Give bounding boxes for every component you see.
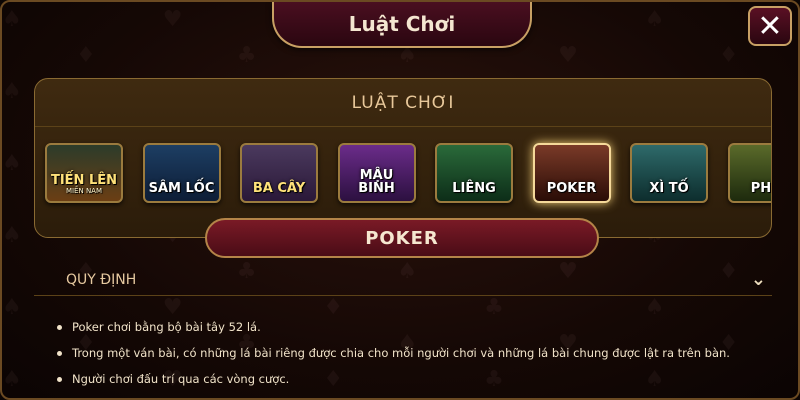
rules-dialog: ♠ ♥ ♦ ♣ ♠ ♥ ♦ ♣ ♠ ♥ ♦ ♣ ♦ ♣ ♠ ♥ ♦ ♣ ♠ ♥ … — [0, 0, 800, 400]
game-tile-0[interactable]: TIẾN LÊN MIỀN NAM — [45, 143, 123, 203]
game-tile-label: BA CÂY — [252, 181, 306, 196]
game-tiles-row: TIẾN LÊN MIỀN NAM SÂM LỐC BA CÂY MẬU BINH LIÊ… — [45, 143, 772, 207]
rule-item: Poker chơi bằng bộ bài tây 52 lá. — [57, 314, 777, 340]
game-tile-label: SÂM LỐC — [148, 181, 215, 196]
rule-item: Trong một ván bài, có những lá bài riêng… — [57, 340, 777, 366]
bullet-icon — [57, 350, 62, 356]
selected-game-bar: POKER — [205, 218, 599, 258]
game-tile-3[interactable]: MẬU BINH — [337, 143, 416, 203]
game-tile-label: PHỎ — [750, 181, 772, 196]
game-list-box: LUẬT CHƠI TIẾN LÊN MIỀN NAM SÂM LỐC BA CÂY M… — [34, 78, 772, 238]
chevron-down-icon: ⌄ — [750, 269, 766, 290]
close-icon: ✕ — [757, 8, 783, 44]
game-tile-label: MẬU BINH — [358, 168, 395, 196]
selected-game-name: POKER — [365, 227, 439, 249]
rule-text: Người chơi đấu trí qua các vòng cược. — [72, 372, 290, 386]
dialog-title-tab: Luật Chơi — [272, 2, 532, 48]
game-list-header: LUẬT CHƠI — [35, 79, 771, 127]
game-tile-label: TIẾN LÊN MIỀN NAM — [50, 173, 118, 195]
game-tile-6[interactable]: XÌ TỐ — [630, 143, 708, 203]
dialog-title: Luật Chơi — [348, 12, 456, 36]
game-tile-5[interactable]: POKER — [532, 143, 611, 203]
bullet-icon — [57, 376, 62, 382]
close-button[interactable]: ✕ — [748, 6, 792, 46]
game-tile-label: LIÊNG — [452, 181, 496, 196]
rule-text: Trong một ván bài, có những lá bài riêng… — [72, 346, 730, 360]
game-tile-1[interactable]: SÂM LỐC — [142, 143, 221, 203]
rules-section-header[interactable]: QUY ĐỊNH ⌄ — [34, 264, 772, 296]
game-tile-4[interactable]: LIÊNG — [435, 143, 513, 203]
game-tile-label: XÌ TỐ — [649, 181, 689, 196]
bullet-icon — [57, 324, 62, 330]
rules-section-title: QUY ĐỊNH — [66, 271, 137, 288]
game-list-title: LUẬT CHƠI — [351, 92, 455, 113]
rule-text: Poker chơi bằng bộ bài tây 52 lá. — [72, 320, 261, 334]
game-tile-sublabel: MIỀN NAM — [65, 187, 103, 195]
game-tile-2[interactable]: BA CÂY — [240, 143, 318, 203]
rule-item: Người chơi đấu trí qua các vòng cược. — [57, 366, 777, 392]
game-tile-label: POKER — [546, 181, 597, 196]
game-tile-7[interactable]: PHỎ — [727, 143, 772, 203]
rules-list: Poker chơi bằng bộ bài tây 52 lá. Trong m… — [57, 314, 777, 392]
